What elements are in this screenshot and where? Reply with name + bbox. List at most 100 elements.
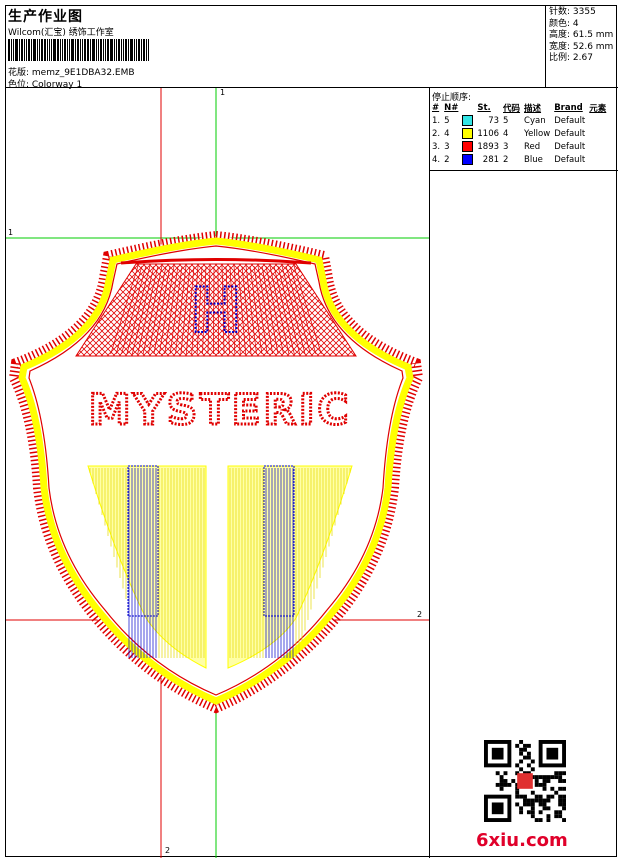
barcode-bar [141, 39, 142, 61]
guide-marker-right: 2 [417, 610, 423, 619]
barcode-bar [33, 39, 36, 61]
barcode-bar [121, 39, 122, 61]
design-height: 高度: 61.5 mm [549, 30, 614, 40]
barcode-bar [87, 39, 89, 61]
barcode-bar [118, 39, 120, 61]
guide-marker-top: 1 [220, 88, 226, 97]
barcode-bar [19, 39, 20, 61]
design-stats: 针数: 3355 颜色: 4 高度: 61.5 mm 宽度: 52.6 mm 比… [546, 6, 618, 88]
cell-code: 2 [503, 154, 509, 165]
monogram-letter: H [190, 274, 242, 347]
barcode-bar [123, 39, 124, 61]
stop-sequence-panel: 停止顺序: # N# St. 代码 描述 Brand 元素 1. 5 73 5 Cyan… [430, 88, 618, 858]
company-name: Wilcom(汇宝) 绣饰工作室 [8, 28, 114, 38]
design-preview-canvas: H MYSTERIC 1 1 2 2 [6, 88, 430, 858]
barcode-bar [31, 39, 32, 61]
design-scale: 比例: 2.67 [549, 53, 593, 63]
barcode-bar [39, 39, 40, 61]
embroidered-wordmark: MYSTERIC [89, 385, 352, 434]
guide-marker-bottom: 2 [165, 846, 171, 855]
barcode-bar [82, 39, 83, 61]
barcode-bar [103, 39, 104, 61]
barcode-bar [67, 39, 68, 61]
stop-sequence-table: # N# St. 代码 描述 Brand 元素 1. 5 73 5 Cyan Defaul… [432, 102, 610, 166]
production-worksheet: 生产作业图 Wilcom(汇宝) 绣饰工作室 花版: memz_9E1DBA32… [5, 5, 618, 858]
barcode-bar [128, 39, 129, 61]
barcode-bar [21, 39, 23, 61]
cell-code: 3 [503, 141, 509, 152]
cell-n: 4 [444, 128, 450, 139]
cell-num: 3. [432, 141, 441, 152]
cell-brand: Default [554, 141, 586, 152]
stop-row: 4. 2 281 2 Blue Default [432, 153, 610, 166]
stop-row: 3. 3 1893 3 Red Default [432, 140, 610, 153]
barcode-bar [146, 39, 147, 61]
color-swatch [462, 114, 477, 127]
color-swatch [462, 127, 477, 140]
barcode-bar [148, 39, 149, 61]
embroidery-preview: H MYSTERIC [6, 88, 429, 858]
col-header: 描述 [524, 104, 542, 114]
design-width: 宽度: 52.6 mm [549, 41, 614, 52]
stitch-count: 针数: 3355 [549, 7, 596, 17]
cell-brand: Default [554, 115, 586, 126]
swatch-icon [462, 141, 474, 152]
cell-st: 1893 [477, 141, 500, 152]
qr-code [484, 740, 566, 822]
barcode-bar [125, 39, 127, 61]
cell-num: 1. [432, 115, 441, 126]
barcode-bar [49, 39, 50, 61]
barcode-bar [41, 39, 43, 61]
shield-emblem: H MYSTERIC [8, 230, 424, 714]
barcode-bar [37, 39, 38, 61]
barcode-bar [57, 39, 59, 61]
barcode-bar [130, 39, 133, 61]
swatch-icon [462, 115, 474, 126]
barcode-bar [84, 39, 86, 61]
stop-row: 1. 5 73 5 Cyan Default [432, 114, 610, 127]
swatch-icon [462, 128, 474, 139]
barcode-bar [26, 39, 27, 61]
barcode-bar [143, 39, 145, 61]
col-header: 代码 [503, 104, 521, 114]
cell-desc: Yellow [524, 128, 551, 139]
col-header [462, 102, 477, 114]
barcode-bar [114, 39, 115, 61]
barcode-bar [107, 39, 109, 61]
barcode-bar [77, 39, 79, 61]
col-header: # [432, 103, 440, 113]
table-divider [430, 170, 618, 171]
barcode-bar [51, 39, 52, 61]
barcode-bar [60, 39, 61, 61]
barcode-bar [8, 39, 10, 61]
barcode [8, 39, 204, 61]
color-count: 颜色: 4 [549, 18, 579, 29]
barcode-bar [24, 39, 25, 61]
col-header: N# [444, 103, 459, 113]
page-title: 生产作业图 [8, 9, 83, 25]
barcode-bar [71, 39, 74, 61]
barcode-bar [15, 39, 18, 61]
watermark-logo: 6xiu.com [476, 830, 568, 851]
cell-desc: Red [524, 141, 541, 152]
qr-center-stamp [517, 773, 533, 789]
color-swatch [462, 140, 477, 153]
barcode-bar [62, 39, 63, 61]
barcode-bar [44, 39, 46, 61]
swatch-icon [462, 154, 474, 165]
barcode-bar [64, 39, 66, 61]
cell-code: 5 [503, 115, 509, 126]
col-header: 元素 [589, 104, 607, 114]
barcode-bar [96, 39, 97, 61]
barcode-bar [75, 39, 76, 61]
barcode-bar [98, 39, 99, 61]
barcode-bar [13, 39, 14, 61]
barcode-bar [134, 39, 135, 61]
barcode-bar [28, 39, 30, 61]
barcode-bar [80, 39, 81, 61]
barcode-bar [53, 39, 56, 61]
cell-num: 2. [432, 128, 441, 139]
cell-n: 3 [444, 141, 450, 152]
cell-desc: Cyan [524, 115, 546, 126]
barcode-bar [47, 39, 48, 61]
